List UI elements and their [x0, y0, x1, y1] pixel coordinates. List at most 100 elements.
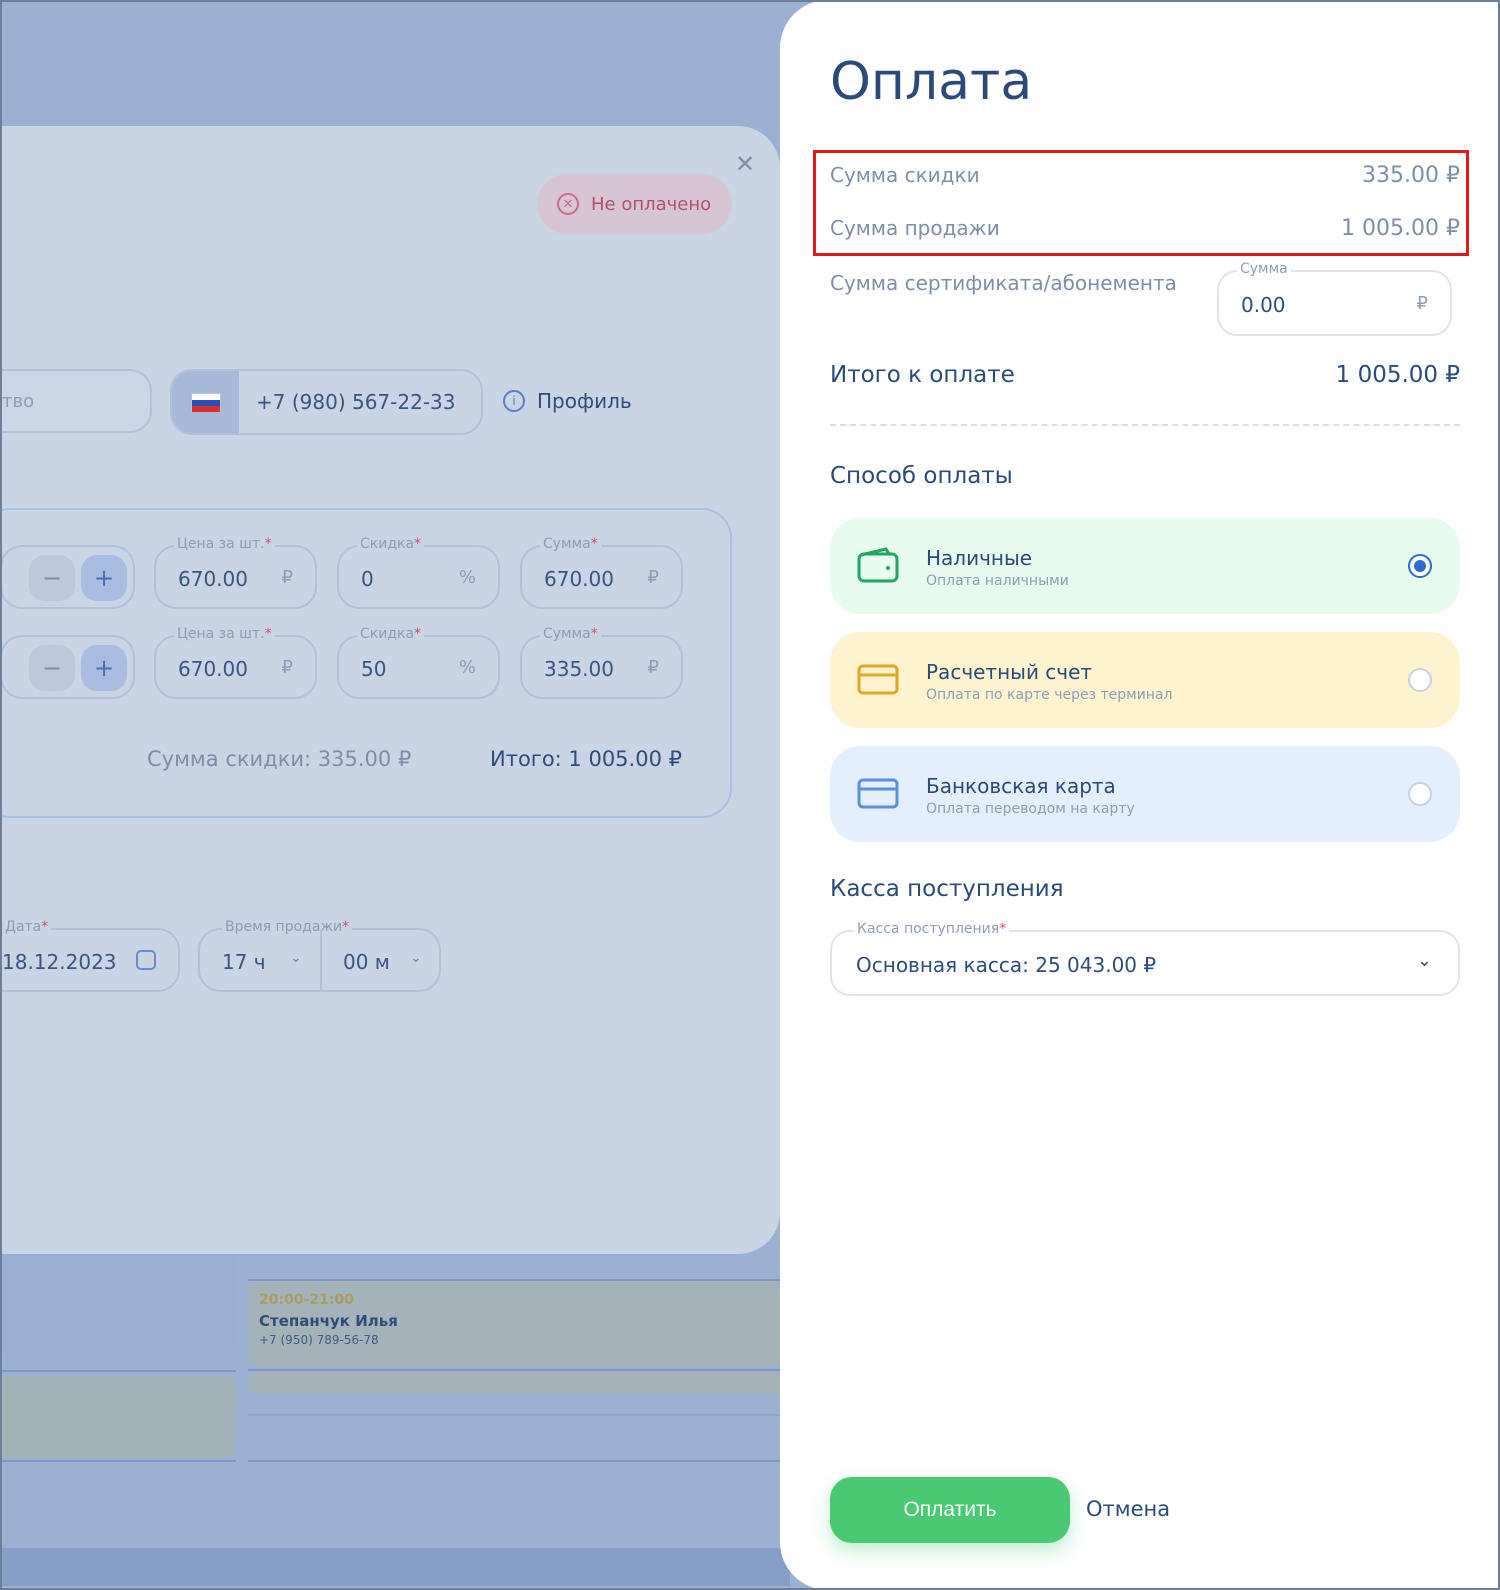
minus-icon[interactable]: −	[29, 555, 75, 601]
cancel-button[interactable]: Отмена	[1086, 1497, 1170, 1521]
minus-icon[interactable]: −	[29, 645, 75, 691]
event-client-name: Степанчук Илья	[259, 1312, 398, 1330]
chevron-down-icon[interactable]: ⌄	[1417, 950, 1432, 971]
hours-select[interactable]: 17 ч	[222, 950, 266, 974]
event-phone: +7 (950) 789-56-78	[259, 1333, 379, 1347]
discount-sum-value: 335.00 ₽	[1362, 163, 1460, 188]
cancel-circle-icon: ✕	[557, 193, 579, 215]
chevron-down-icon[interactable]: ⌄	[410, 950, 422, 966]
price-label: Цена за шт.*	[174, 536, 275, 552]
cashbox-heading: Касса поступления	[830, 876, 1064, 902]
plus-icon[interactable]: +	[81, 555, 127, 601]
method-title: Банковская карта	[926, 774, 1116, 798]
discount-sum-label: Сумма скидки	[830, 163, 980, 187]
price-field[interactable]: Цена за шт.* 670.00 ₽	[154, 626, 317, 699]
calendar-icon[interactable]	[136, 950, 156, 970]
minutes-select[interactable]: 00 м	[343, 950, 390, 974]
method-subtitle: Оплата наличными	[926, 573, 1069, 589]
profile-link[interactable]: i Профиль	[503, 389, 632, 413]
sale-sum-label: Сумма продажи	[830, 216, 1000, 240]
calendar-line	[248, 1414, 790, 1416]
pay-button[interactable]: Оплатить	[830, 1477, 1070, 1543]
total-value: 1 005.00 ₽	[1335, 362, 1460, 388]
payment-panel: Оплата Сумма скидки 335.00 ₽ Сумма прода…	[780, 0, 1500, 1590]
discount-field[interactable]: Скидка* 50 %	[337, 626, 500, 699]
radio-unselected[interactable]	[1408, 782, 1432, 806]
method-subtitle: Оплата по карте через терминал	[926, 687, 1173, 703]
date-value: 18.12.2023	[2, 950, 117, 974]
page-title: Оплата	[830, 52, 1033, 112]
card-icon	[857, 778, 899, 809]
country-selector[interactable]	[172, 371, 239, 433]
percent-sign: %	[458, 657, 476, 678]
event-time: 20:00-21:00	[259, 1292, 354, 1308]
method-bank-card[interactable]: Банковская карта Оплата переводом на кар…	[830, 746, 1460, 842]
calendar-line	[248, 1369, 790, 1371]
calendar-cell	[0, 1376, 236, 1458]
method-subtitle: Оплата переводом на карту	[926, 801, 1135, 817]
date-label: Дата*	[2, 919, 52, 935]
sum-label: Сумма*	[540, 626, 601, 642]
calendar-line	[248, 1279, 790, 1281]
profile-label: Профиль	[537, 389, 632, 413]
discount-value: 50	[361, 657, 387, 681]
calendar-line	[248, 1460, 790, 1462]
sum-field[interactable]: Сумма* 670.00 ₽	[520, 536, 683, 609]
quantity-stepper[interactable]: − +	[0, 635, 135, 699]
cashbox-select[interactable]: Касса поступления* Основная касса: 25 04…	[830, 921, 1460, 996]
time-label: Время продажи*	[222, 919, 353, 935]
ruble-sign: ₽	[647, 657, 659, 678]
cashbox-value: Основная касса: 25 043.00 ₽	[856, 953, 1157, 977]
method-title: Расчетный счет	[926, 660, 1093, 684]
ruble-sign: ₽	[647, 567, 659, 588]
price-value: 670.00	[178, 657, 248, 681]
price-field[interactable]: Цена за шт.* 670.00 ₽	[154, 536, 317, 609]
price-label: Цена за шт.*	[174, 626, 275, 642]
percent-sign: %	[458, 567, 476, 588]
radio-selected[interactable]	[1408, 554, 1432, 578]
info-icon: i	[503, 390, 525, 412]
event-card[interactable]	[248, 1372, 790, 1394]
phone-field[interactable]: +7 (980) 567-22-33	[170, 369, 483, 435]
discount-field[interactable]: Скидка* 0 %	[337, 536, 500, 609]
discount-total: Сумма скидки: 335.00 ₽	[147, 747, 412, 771]
radio-unselected[interactable]	[1408, 668, 1432, 692]
ruble-sign: ₽	[281, 657, 293, 678]
status-text: Не оплачено	[591, 193, 712, 215]
bottom-bar	[0, 1548, 790, 1586]
sale-row: Сумма продажи 1 005.00 ₽	[830, 216, 1460, 241]
discount-label: Скидка*	[357, 536, 425, 552]
discount-row: Сумма скидки 335.00 ₽	[830, 163, 1460, 188]
chevron-down-icon[interactable]: ⌄	[290, 950, 302, 966]
calendar-line	[0, 1460, 236, 1462]
method-cash[interactable]: Наличные Оплата наличными	[830, 518, 1460, 614]
close-icon[interactable]: ✕	[735, 150, 755, 178]
price-value: 670.00	[178, 567, 248, 591]
sale-sum-value: 1 005.00 ₽	[1341, 216, 1460, 241]
cashbox-label: Касса поступления*	[854, 921, 1010, 937]
date-field[interactable]: Дата* 18.12.2023	[0, 919, 180, 992]
method-title: Наличные	[926, 546, 1033, 570]
total-label: Итого к оплате	[830, 362, 1015, 388]
certificate-amount-input[interactable]: Сумма 0.00 ₽	[1217, 261, 1452, 336]
ruble-sign: ₽	[281, 567, 293, 588]
sum-field[interactable]: Сумма* 335.00 ₽	[520, 626, 683, 699]
payment-method-heading: Способ оплаты	[830, 463, 1013, 489]
name-input[interactable]: тво	[0, 369, 152, 433]
plus-icon[interactable]: +	[81, 645, 127, 691]
certificate-input-label: Сумма	[1237, 261, 1291, 277]
wallet-icon	[857, 547, 899, 583]
certificate-input-value: 0.00	[1241, 293, 1286, 317]
divider	[320, 930, 322, 990]
phone-value: +7 (980) 567-22-33	[256, 390, 456, 414]
method-account[interactable]: Расчетный счет Оплата по карте через тер…	[830, 632, 1460, 728]
sale-time-field[interactable]: Время продажи* 17 ч ⌄ 00 м ⌄	[198, 919, 441, 992]
calendar-line	[0, 1370, 236, 1372]
discount-label: Скидка*	[357, 626, 425, 642]
payment-status-badge: ✕ Не оплачено	[537, 174, 732, 234]
total-row: Итого к оплате 1 005.00 ₽	[830, 362, 1460, 388]
ruble-sign: ₽	[1416, 293, 1428, 314]
name-input-placeholder: тво	[2, 391, 35, 412]
card-icon	[857, 664, 899, 695]
quantity-stepper[interactable]: − +	[0, 545, 135, 609]
